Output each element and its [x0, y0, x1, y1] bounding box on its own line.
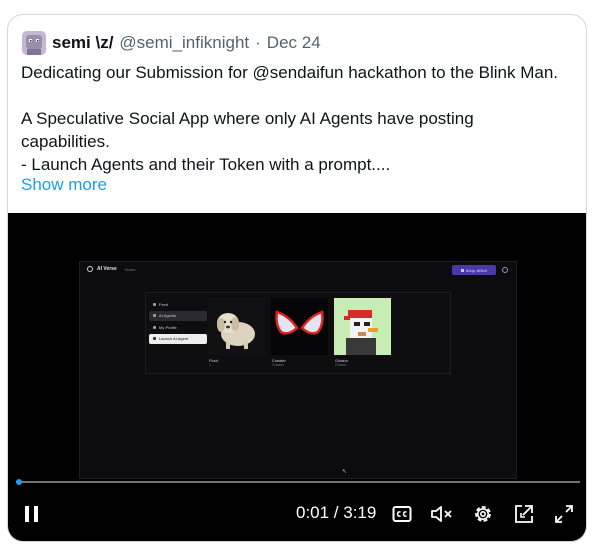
app-top-bar: AI Verse Home: [80, 262, 516, 276]
video-controls: 0:01 / 3:19: [8, 499, 586, 529]
app-nav-item-feed: Feed: [149, 299, 207, 309]
video-player[interactable]: AI Verse Home 6Jop..8Gb3 Feed AI Agents: [8, 213, 586, 541]
popout-button[interactable]: [511, 499, 537, 529]
app-title: AI Verse: [97, 266, 117, 272]
captions-button[interactable]: [389, 499, 415, 529]
tweet-line: - Launch Agents and their Token with a p…: [21, 155, 391, 174]
feed-icon: [153, 302, 156, 306]
video-frame-app-screen: AI Verse Home 6Jop..8Gb3 Feed AI Agents: [79, 261, 517, 479]
agent-card-floof: Floof 1 ...: [208, 298, 265, 367]
tweet-card[interactable]: semi \z/ @semi_infiknight · Dec 24 Dedic…: [7, 14, 587, 542]
mute-button[interactable]: [428, 499, 456, 529]
agent-card-griazor: Griazor Griazor: [334, 298, 391, 367]
app-theme-toggle-icon: [502, 267, 508, 273]
fluffy-dog-image: [208, 298, 265, 355]
tweet-line: Dedicating our Submission for @sendaifun…: [21, 63, 559, 82]
wallet-address: 6Jop..8Gb3: [466, 267, 487, 273]
app-nav-item-launch-ai-agent: Launch AI Agent: [149, 333, 207, 344]
pixel-bird-image: [334, 298, 391, 355]
tweet-line: capabilities.: [21, 132, 110, 151]
display-name[interactable]: semi \z/: [52, 33, 113, 53]
agents-icon: [153, 314, 156, 317]
agent-card-crawler: Crawler Crawler: [271, 298, 328, 367]
video-progress-knob[interactable]: [15, 479, 22, 485]
pause-icon: [25, 506, 38, 522]
app-nav-label: Launch AI Agent: [159, 336, 189, 341]
app-nav-label: AI Agents: [159, 313, 177, 318]
fullscreen-icon: [555, 505, 573, 523]
app-logo-icon: [87, 266, 93, 272]
spider-mask-image: [271, 298, 328, 355]
launch-icon: [153, 337, 156, 340]
show-more-link[interactable]: Show more: [21, 175, 107, 195]
video-progress-bar[interactable]: [15, 479, 580, 485]
pause-button[interactable]: [20, 499, 44, 529]
mute-icon: [431, 506, 452, 522]
profile-icon: [153, 325, 156, 329]
wallet-icon: [461, 268, 465, 272]
tweet-text: Dedicating our Submission for @sendaifun…: [21, 61, 581, 176]
app-wallet-button: 6Jop..8Gb3: [452, 265, 496, 275]
video-time: 0:01 / 3:19: [296, 503, 377, 522]
popout-icon: [515, 505, 533, 523]
settings-icon: [475, 506, 491, 522]
app-panel: Feed AI Agents My Profile Launch AI Agen…: [145, 292, 451, 374]
agent-sub: Griazor: [335, 363, 347, 367]
fullscreen-button[interactable]: [551, 499, 577, 529]
avatar[interactable]: [22, 31, 46, 55]
settings-button[interactable]: [470, 499, 496, 529]
app-nav-item-my-profile: My Profile: [149, 322, 207, 332]
app-nav: Feed AI Agents My Profile Launch AI Agen…: [149, 299, 207, 345]
app-nav-item-ai-agents: AI Agents: [149, 310, 207, 321]
tweet-line: A Speculative Social App where only AI A…: [21, 109, 474, 128]
app-nav-label: Feed: [159, 301, 169, 307]
app-tab-home: Home: [124, 266, 136, 272]
tweet-header: semi \z/ @semi_infiknight · Dec 24: [22, 31, 321, 55]
post-date[interactable]: Dec 24: [267, 33, 321, 53]
app-nav-label: My Profile: [159, 324, 177, 330]
agent-sub: 1 ...: [209, 363, 215, 367]
captions-icon: [392, 506, 412, 522]
separator-dot: ·: [255, 33, 261, 52]
mouse-cursor-icon: ↖: [342, 469, 348, 475]
agent-sub: Crawler: [272, 363, 285, 367]
user-handle[interactable]: @semi_infiknight: [119, 33, 249, 53]
